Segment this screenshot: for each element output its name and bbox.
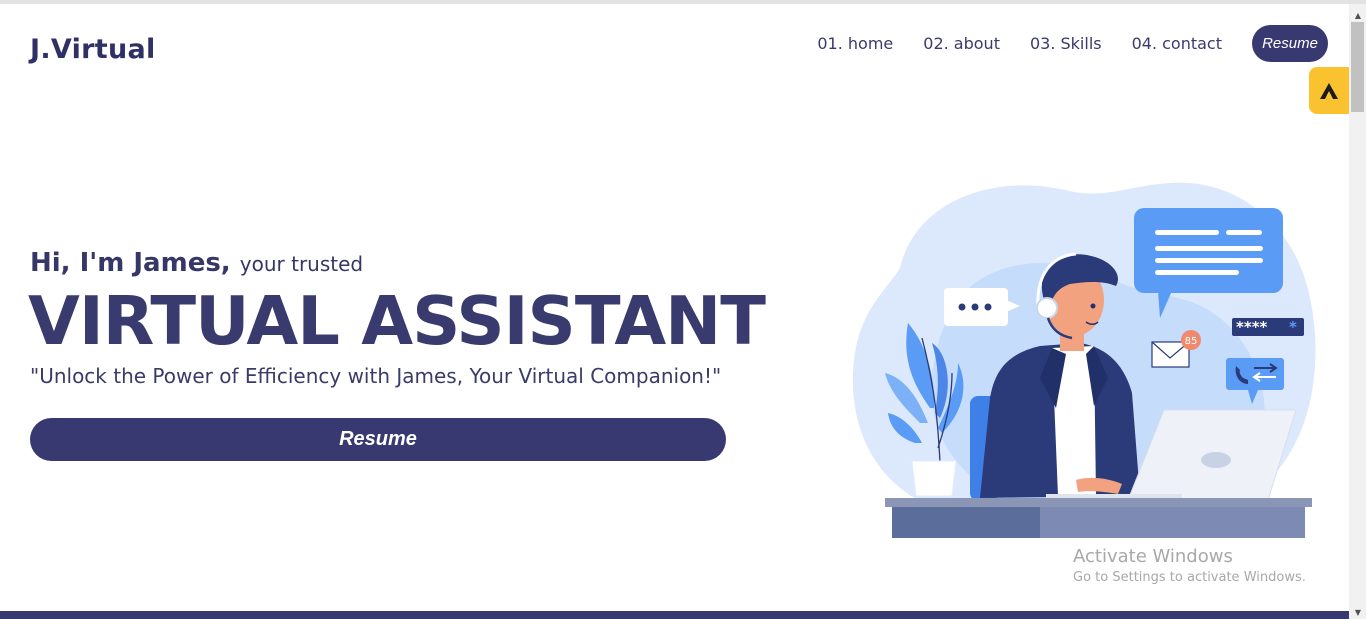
password-badge: **** * xyxy=(1232,318,1304,336)
nav-home[interactable]: 01. home xyxy=(817,34,893,53)
extension-button[interactable] xyxy=(1309,67,1349,114)
site-logo[interactable]: J.Virtual xyxy=(30,34,156,65)
scroll-thumb[interactable] xyxy=(1351,22,1364,112)
hero-resume-button[interactable]: Resume xyxy=(30,418,726,461)
windows-activation-watermark: Activate Windows Go to Settings to activ… xyxy=(1073,546,1306,585)
scroll-down-arrow-icon[interactable]: ▼ xyxy=(1355,609,1361,617)
desk xyxy=(885,498,1312,538)
footer-section-edge xyxy=(0,611,1349,619)
nav-resume-button[interactable]: Resume xyxy=(1252,25,1328,62)
watermark-title: Activate Windows xyxy=(1073,546,1233,567)
hero-tagline: "Unlock the Power of Efficiency with Jam… xyxy=(30,364,722,388)
greeting-sub: your trusted xyxy=(239,252,364,276)
nav-about[interactable]: 02. about xyxy=(923,34,1000,53)
greeting-name: Hi, I'm James, xyxy=(30,248,231,278)
password-mask-text: **** xyxy=(1236,318,1268,336)
scroll-up-arrow-icon[interactable]: ▲ xyxy=(1355,12,1361,20)
nav-contact[interactable]: 04. contact xyxy=(1132,34,1222,53)
password-last-char: * xyxy=(1289,318,1297,336)
notification-count: 85 xyxy=(1185,336,1198,347)
main-nav: 01. home 02. about 03. Skills 04. contac… xyxy=(787,25,1328,62)
page-scrollbar[interactable]: ▲ ▼ xyxy=(1349,4,1366,619)
hero-greeting: Hi, I'm James, your trusted xyxy=(30,248,363,278)
nav-skills[interactable]: 03. Skills xyxy=(1030,34,1102,53)
browser-top-border xyxy=(0,0,1366,4)
hero-headline: VIRTUAL ASSISTANT xyxy=(28,282,766,360)
extension-icon xyxy=(1320,82,1338,99)
watermark-subtitle: Go to Settings to activate Windows. xyxy=(1073,570,1306,585)
virtual-assistant-illustration: **** * 85 xyxy=(852,182,1316,538)
